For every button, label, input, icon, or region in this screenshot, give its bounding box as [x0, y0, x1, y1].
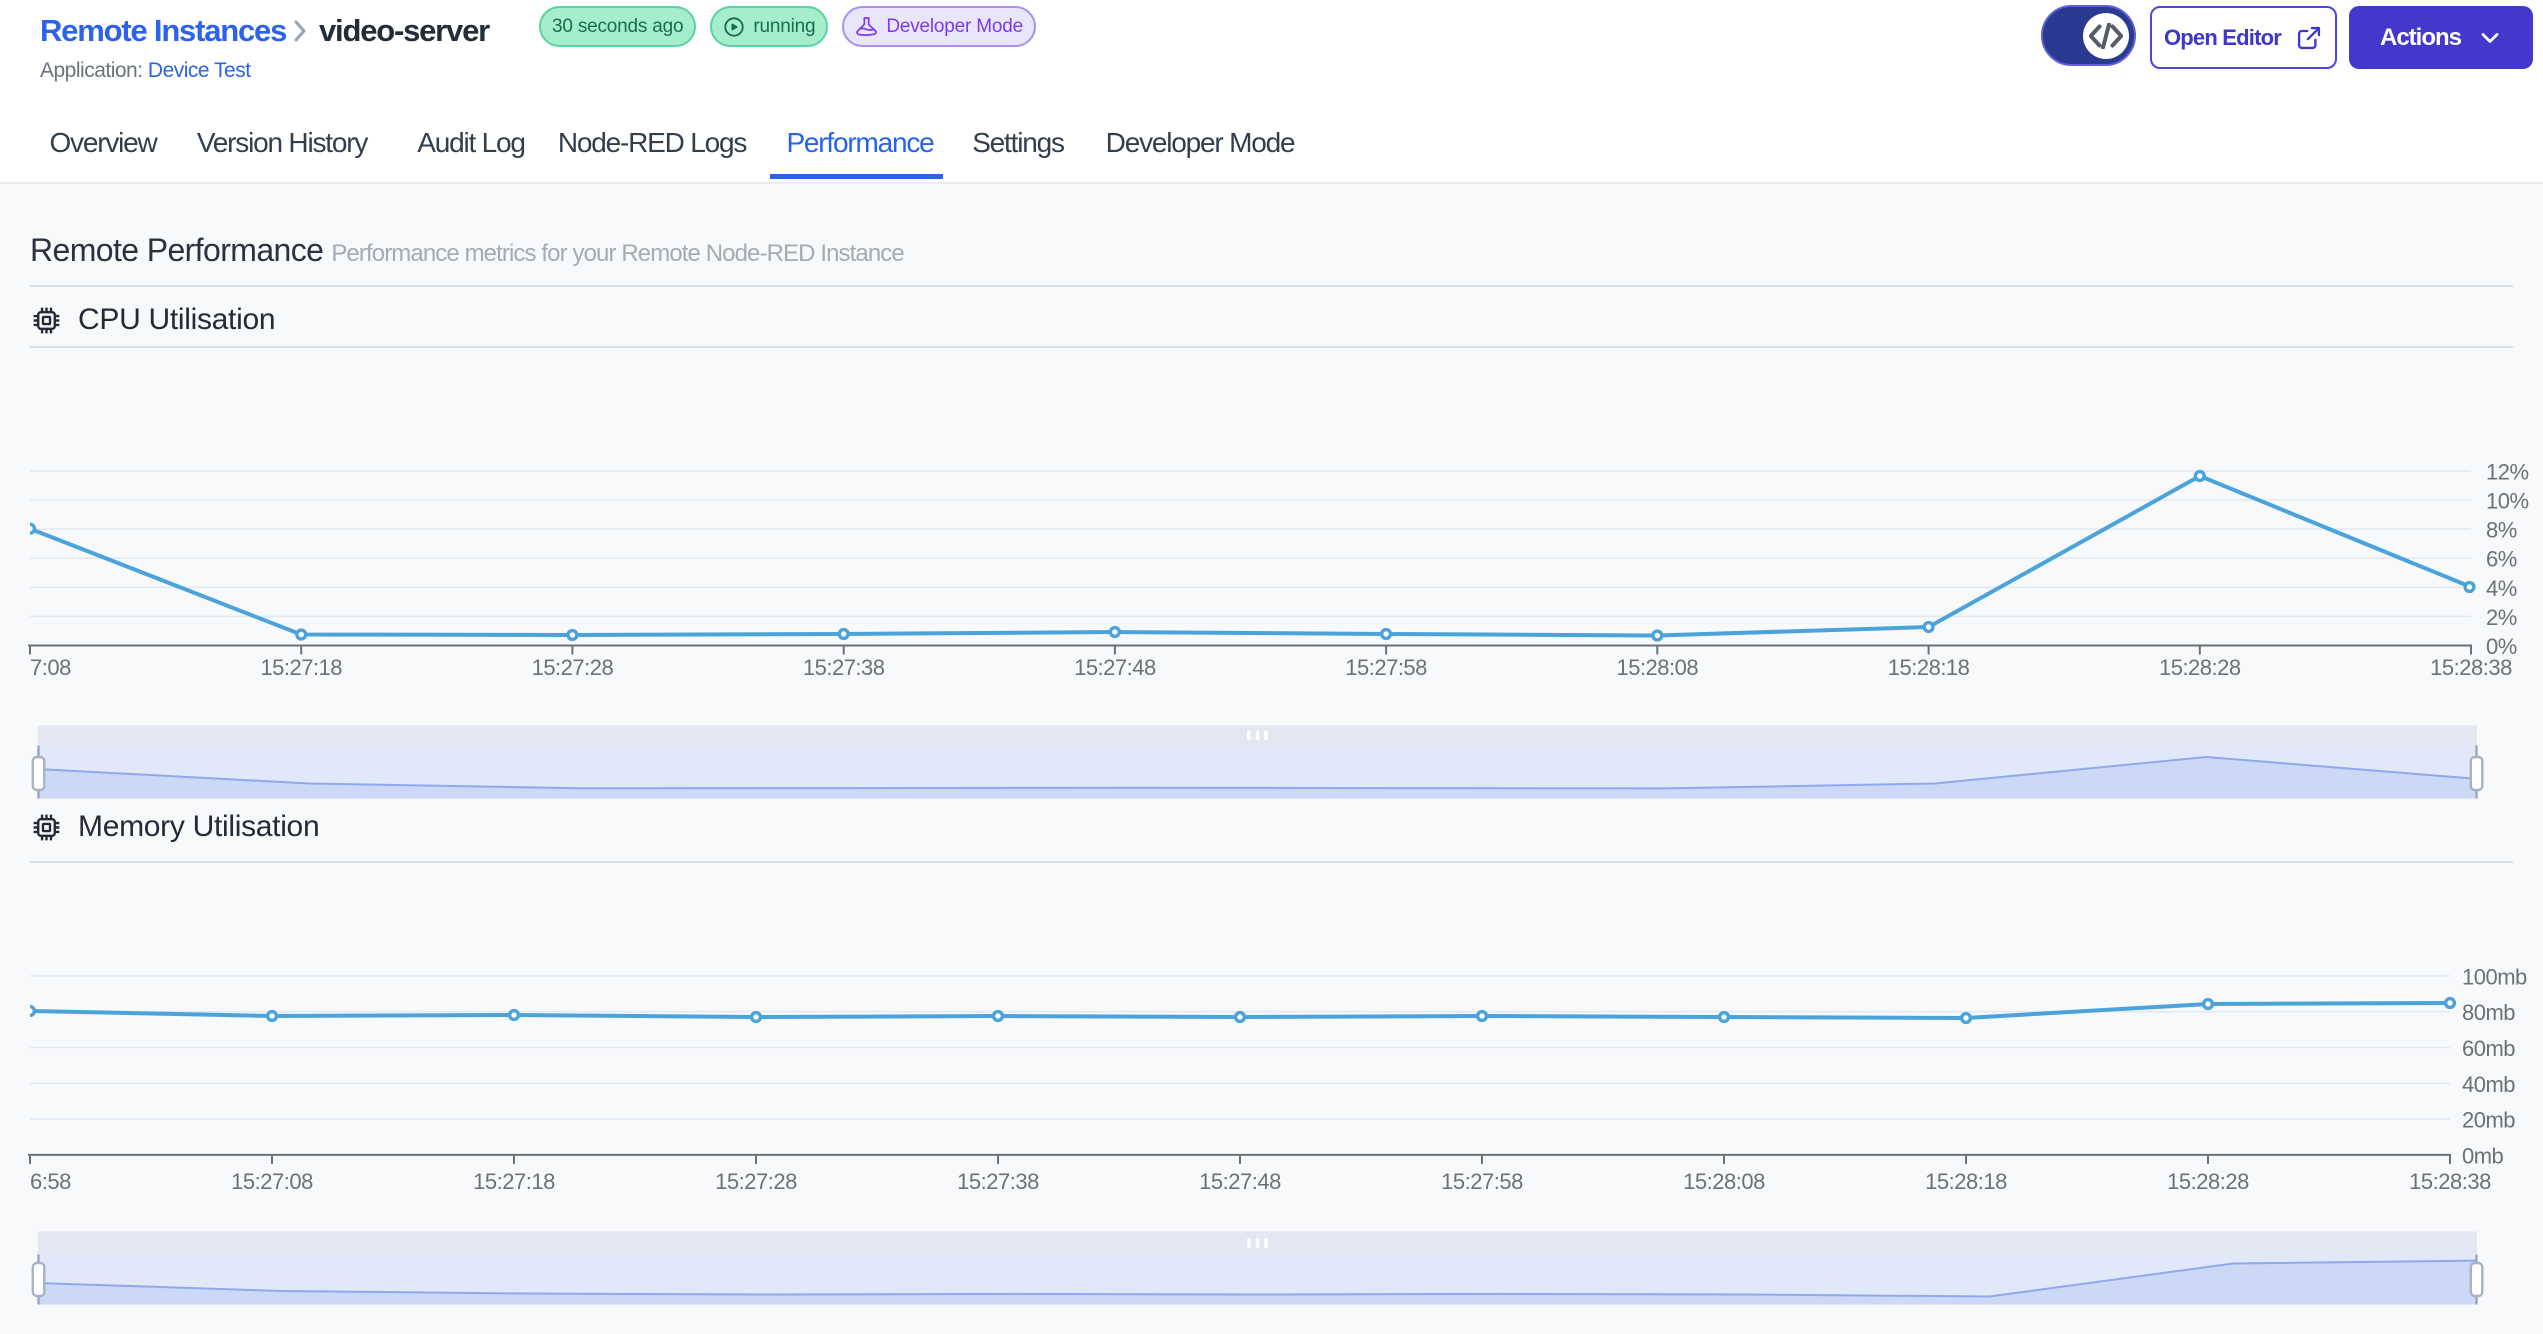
svg-text:15:27:28: 15:27:28	[532, 655, 614, 680]
svg-text:15:28:18: 15:28:18	[1925, 1169, 2007, 1194]
svg-text:4%: 4%	[2486, 576, 2517, 601]
svg-text:10%: 10%	[2486, 489, 2529, 514]
svg-text:0%: 0%	[2486, 634, 2517, 659]
svg-text:15:27:48: 15:27:48	[1074, 655, 1156, 680]
svg-text:15:28:08: 15:28:08	[1616, 655, 1698, 680]
svg-text:15:27:48: 15:27:48	[1199, 1169, 1281, 1194]
svg-text:15:27:38: 15:27:38	[957, 1169, 1039, 1194]
svg-text:15:27:28: 15:27:28	[715, 1169, 797, 1194]
svg-text:40mb: 40mb	[2462, 1072, 2515, 1097]
svg-text:15:28:38: 15:28:38	[2409, 1169, 2491, 1194]
svg-text:6%: 6%	[2486, 547, 2517, 572]
svg-text:15:28:28: 15:28:28	[2159, 655, 2241, 680]
svg-text:6:58: 6:58	[30, 1169, 71, 1194]
svg-text:100mb: 100mb	[2462, 964, 2527, 989]
svg-text:15:27:08: 15:27:08	[231, 1169, 313, 1194]
svg-text:15:27:58: 15:27:58	[1345, 655, 1427, 680]
svg-text:15:27:18: 15:27:18	[260, 655, 342, 680]
svg-text:8%: 8%	[2486, 518, 2517, 543]
svg-text:15:28:18: 15:28:18	[1888, 655, 1970, 680]
svg-text:80mb: 80mb	[2462, 1000, 2515, 1025]
svg-text:20mb: 20mb	[2462, 1108, 2515, 1133]
svg-text:60mb: 60mb	[2462, 1036, 2515, 1061]
svg-text:0mb: 0mb	[2462, 1143, 2504, 1168]
svg-text:7:08: 7:08	[30, 655, 71, 680]
svg-text:15:28:28: 15:28:28	[2167, 1169, 2249, 1194]
svg-text:15:27:18: 15:27:18	[473, 1169, 555, 1194]
svg-text:15:27:58: 15:27:58	[1441, 1169, 1523, 1194]
svg-text:15:27:38: 15:27:38	[803, 655, 885, 680]
svg-text:12%: 12%	[2486, 459, 2529, 484]
svg-text:15:28:08: 15:28:08	[1683, 1169, 1765, 1194]
svg-text:2%: 2%	[2486, 605, 2517, 630]
